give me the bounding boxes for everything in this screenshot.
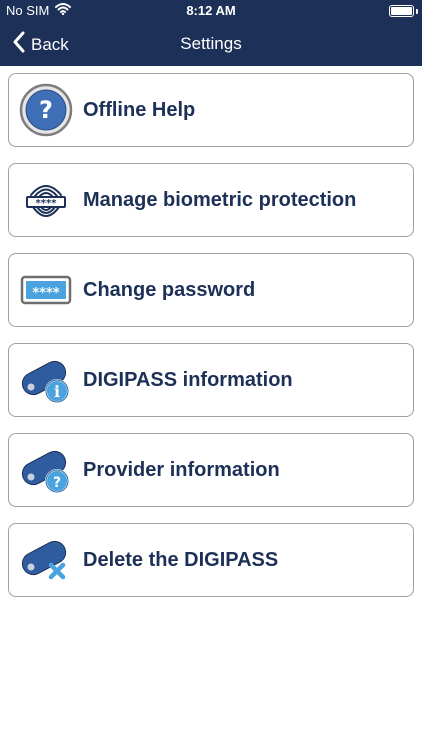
- help-icon: ?: [9, 74, 83, 146]
- menu-item-label: Delete the DIGIPASS: [83, 548, 279, 571]
- menu-item-digipass-information[interactable]: i DIGIPASS information: [8, 343, 414, 417]
- battery-icon: [389, 5, 414, 17]
- provider-info-icon: ?: [9, 434, 83, 506]
- status-bar: No SIM 8:12 AM: [0, 0, 422, 22]
- navigation-bar: Back Settings: [0, 22, 422, 66]
- menu-item-label: Provider information: [83, 458, 280, 481]
- menu-item-delete-digipass[interactable]: Delete the DIGIPASS: [8, 523, 414, 597]
- password-icon: ****: [9, 254, 83, 326]
- battery-level: [391, 7, 412, 15]
- battery-cap: [416, 9, 418, 14]
- page-title: Settings: [180, 34, 242, 53]
- menu-item-change-password[interactable]: **** Change password: [8, 253, 414, 327]
- menu-item-provider-information[interactable]: ? Provider information: [8, 433, 414, 507]
- menu-item-label: Manage biometric protection: [83, 188, 357, 211]
- svg-text:****: ****: [36, 198, 58, 209]
- menu-item-label: Change password: [83, 278, 256, 301]
- digipass-info-icon: i: [9, 344, 83, 416]
- status-time: 8:12 AM: [186, 3, 236, 18]
- svg-text:****: ****: [32, 286, 59, 301]
- svg-text:?: ?: [53, 475, 61, 491]
- digipass-delete-icon: [9, 524, 83, 596]
- menu-item-label: DIGIPASS information: [83, 368, 293, 391]
- svg-text:i: i: [54, 382, 60, 401]
- svg-text:?: ?: [39, 96, 53, 124]
- menu-item-label: Offline Help: [83, 98, 196, 121]
- settings-menu: ? Offline Help **** Manage biometric pro…: [8, 73, 414, 613]
- menu-item-offline-help[interactable]: ? Offline Help: [8, 73, 414, 147]
- menu-item-biometric[interactable]: **** Manage biometric protection: [8, 163, 414, 237]
- fingerprint-icon: ****: [9, 164, 83, 236]
